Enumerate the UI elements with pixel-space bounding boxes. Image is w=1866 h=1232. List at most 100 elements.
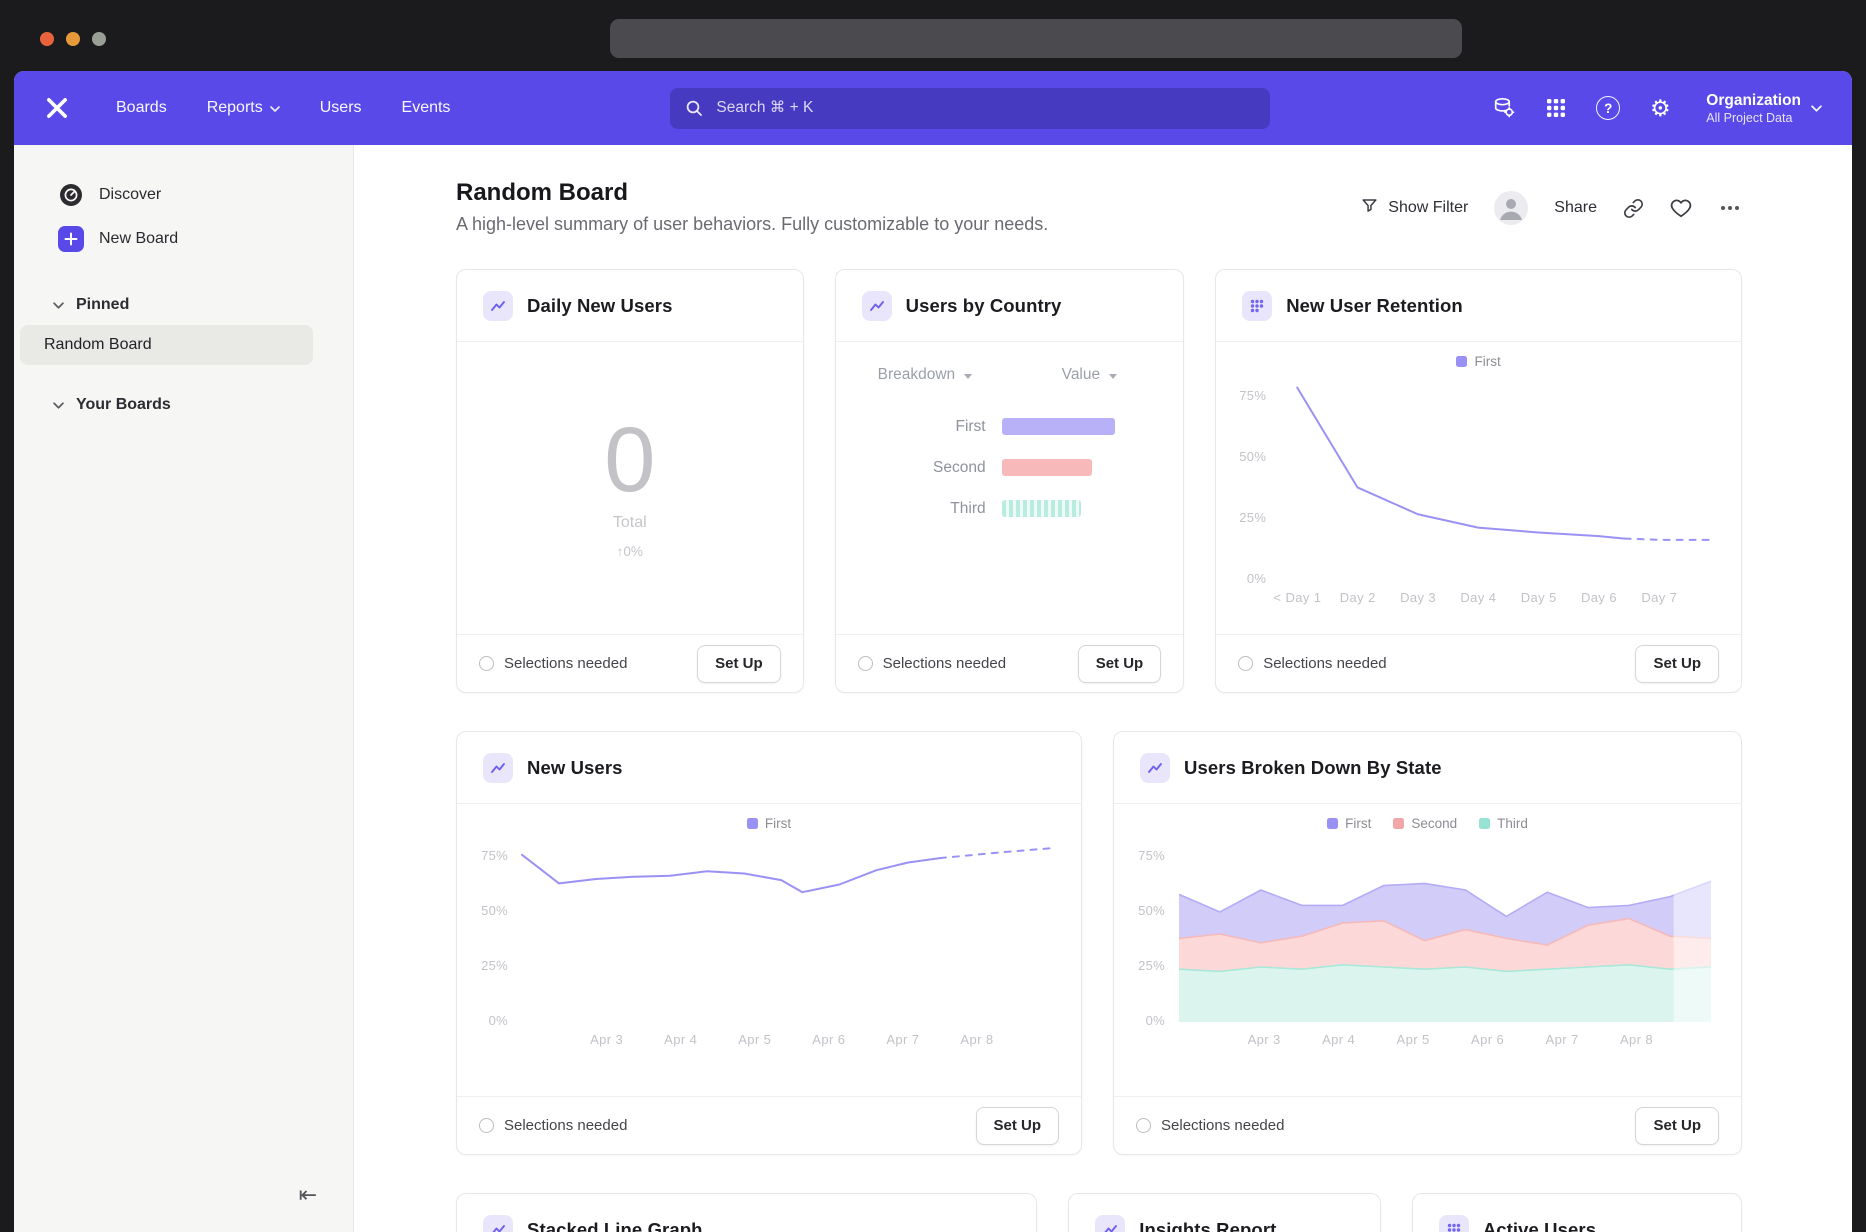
- page-subtitle: A high-level summary of user behaviors. …: [456, 214, 1048, 235]
- nav-right-icons: ? ⚙ Organization All Project Data: [1490, 92, 1822, 125]
- sidebar-item-discover[interactable]: Discover: [14, 173, 353, 217]
- search-input[interactable]: [670, 88, 1270, 129]
- x-axis-label: Apr 4: [664, 1032, 697, 1047]
- chart-legend: First: [1216, 354, 1741, 369]
- browser-address-bar[interactable]: [610, 19, 1462, 58]
- chart-plot: 75%50%25%0%Apr 3Apr 4Apr 5Apr 6Apr 7Apr …: [457, 835, 1081, 1058]
- apps-grid-icon[interactable]: [1543, 95, 1569, 121]
- set-up-button[interactable]: Set Up: [1635, 645, 1719, 683]
- line-chart-icon: [483, 1215, 513, 1232]
- new-board-plus-icon: [58, 226, 84, 252]
- radio-circle-icon: [479, 1118, 494, 1133]
- top-navigation: Boards Reports Users Events: [14, 71, 1852, 145]
- card-title: Insights Report: [1139, 1219, 1276, 1232]
- nav-item-label: Users: [320, 99, 362, 117]
- sidebar-item-new-board[interactable]: New Board: [14, 217, 353, 261]
- plot-area: < Day 1Day 2Day 3Day 4Day 5Day 6Day 7: [1280, 373, 1711, 580]
- radio-circle-icon: [479, 656, 494, 671]
- plot-area: Apr 3Apr 4Apr 5Apr 6Apr 7Apr 8: [522, 835, 1051, 1022]
- y-axis-label: 50%: [457, 903, 508, 918]
- y-axis-label: 75%: [1114, 848, 1165, 863]
- sidebar-section-pinned[interactable]: Pinned: [14, 287, 353, 323]
- close-window-button[interactable]: [40, 32, 54, 46]
- value-dropdown[interactable]: Value: [1062, 366, 1118, 384]
- mixpanel-logo-icon[interactable]: [44, 95, 70, 121]
- data-management-icon[interactable]: [1490, 95, 1516, 121]
- legend-swatch-icon: [1393, 818, 1404, 829]
- zoom-window-button[interactable]: [92, 32, 106, 46]
- set-up-button[interactable]: Set Up: [697, 645, 781, 683]
- copy-link-icon[interactable]: [1623, 198, 1644, 219]
- help-icon[interactable]: ?: [1596, 96, 1620, 120]
- discover-icon: [58, 182, 84, 208]
- card-stacked-line-graph: Stacked Line Graph: [456, 1193, 1037, 1232]
- minimize-window-button[interactable]: [66, 32, 80, 46]
- pinned-list: Random Board: [14, 325, 353, 365]
- status-label: Selections needed: [1263, 655, 1386, 672]
- share-button[interactable]: Share: [1554, 199, 1597, 217]
- page-title: Random Board: [456, 179, 1048, 207]
- x-axis-label: Apr 3: [1248, 1032, 1281, 1047]
- app-window: Boards Reports Users Events: [14, 71, 1852, 1232]
- y-axis-label: 75%: [1216, 388, 1266, 403]
- status-label: Selections needed: [504, 655, 627, 672]
- set-up-button[interactable]: Set Up: [1635, 1107, 1719, 1145]
- country-row: First: [836, 418, 1184, 435]
- card-active-users: Active Users: [1412, 1193, 1742, 1232]
- nav-items: Boards Reports Users Events: [116, 99, 450, 117]
- x-axis-label: Day 7: [1641, 590, 1677, 605]
- collapse-sidebar-icon[interactable]: ⇤: [299, 1182, 317, 1208]
- legend-label: First: [1474, 354, 1500, 369]
- set-up-button[interactable]: Set Up: [1078, 645, 1162, 683]
- x-axis-label: Apr 4: [1322, 1032, 1355, 1047]
- show-filter-button[interactable]: Show Filter: [1360, 196, 1468, 220]
- sidebar-item-random-board[interactable]: Random Board: [20, 325, 313, 365]
- radio-circle-icon: [1238, 656, 1253, 671]
- line-chart-icon: [862, 291, 892, 321]
- card-users-by-country: Users by Country Breakdown Value: [835, 269, 1185, 693]
- legend-label: Second: [1411, 816, 1457, 831]
- set-up-button[interactable]: Set Up: [976, 1107, 1060, 1145]
- nav-item-reports[interactable]: Reports: [207, 99, 280, 117]
- card-new-users: New Users First75%50%25%0%Apr 3Apr 4Apr …: [456, 731, 1082, 1155]
- avatar[interactable]: [1494, 191, 1528, 225]
- country-rows: FirstSecondThird: [836, 418, 1184, 517]
- y-axis-label: 0%: [1216, 571, 1266, 586]
- x-axis-label: Apr 7: [1546, 1032, 1579, 1047]
- sidebar-item-label: New Board: [99, 230, 178, 248]
- sidebar-item-label: Random Board: [44, 336, 152, 354]
- favorite-heart-icon[interactable]: [1670, 197, 1692, 219]
- status-selections-needed: Selections needed: [858, 655, 1006, 672]
- nav-item-users[interactable]: Users: [320, 99, 362, 117]
- x-axis-label: Apr 3: [590, 1032, 623, 1047]
- org-project: All Project Data: [1706, 111, 1801, 125]
- more-options-icon[interactable]: [1718, 196, 1742, 220]
- chart-plot: 75%50%25%0%Apr 3Apr 4Apr 5Apr 6Apr 7Apr …: [1114, 835, 1741, 1058]
- x-axis-label: Apr 8: [1620, 1032, 1653, 1047]
- settings-gear-icon[interactable]: ⚙: [1647, 95, 1673, 121]
- retention-line-chart: First 75%50%25%0%< Day 1Day 2Day 3Day 4Da…: [1216, 354, 1741, 616]
- chart-plot: 75%50%25%0%< Day 1Day 2Day 3Day 4Day 5Da…: [1216, 373, 1741, 616]
- x-axis-label: Apr 5: [1397, 1032, 1430, 1047]
- nav-item-boards[interactable]: Boards: [116, 99, 167, 117]
- country-row-bar: [1002, 418, 1115, 435]
- chevron-down-icon: [1811, 99, 1822, 117]
- window-controls: [40, 32, 106, 46]
- y-axis-label: 25%: [457, 958, 508, 973]
- org-switcher[interactable]: Organization All Project Data: [1706, 92, 1822, 125]
- search-bar[interactable]: [670, 88, 1270, 129]
- card-daily-new-users: Daily New Users 0 Total ↑0% Selections n…: [456, 269, 804, 693]
- line-chart-icon: [1095, 1215, 1125, 1232]
- nav-item-label: Events: [402, 99, 451, 117]
- x-axis-label: Day 4: [1460, 590, 1496, 605]
- nav-item-events[interactable]: Events: [402, 99, 451, 117]
- chevron-down-icon: [1109, 374, 1117, 379]
- sidebar-section-label: Your Boards: [76, 396, 171, 414]
- chevron-down-icon: [964, 374, 972, 379]
- sidebar-section-your-boards[interactable]: Your Boards: [14, 387, 353, 423]
- breakdown-dropdown[interactable]: Breakdown: [878, 366, 1062, 384]
- x-axis-label: Apr 7: [886, 1032, 919, 1047]
- legend-item: Third: [1479, 816, 1528, 831]
- value-dropdown-label: Value: [1062, 366, 1101, 384]
- sidebar-item-label: Discover: [99, 186, 161, 204]
